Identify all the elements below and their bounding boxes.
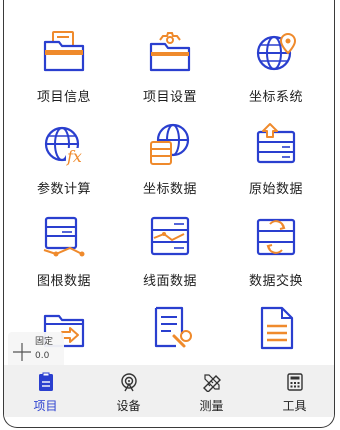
- tab-label: 设备: [116, 399, 141, 413]
- tile-label: 参数计算: [36, 182, 91, 197]
- control-point-data-icon: [43, 216, 85, 257]
- tab-device[interactable]: 设备: [89, 365, 169, 417]
- document-tools-icon: [154, 306, 192, 348]
- data-exchange-icon: [256, 218, 296, 256]
- tile-line-area-data[interactable]: 线面数据: [118, 198, 222, 290]
- tile-raw-data[interactable]: 原始数据: [224, 106, 328, 198]
- folder-document-icon: [43, 31, 85, 72]
- tile-label: 原始数据: [248, 182, 303, 197]
- tile-label: 线面数据: [142, 274, 197, 289]
- globe-function-icon: fx: [44, 126, 86, 166]
- tab-label: 测量: [199, 399, 224, 413]
- ruler-pencil-icon: [202, 374, 221, 392]
- tile-data-exchange[interactable]: 数据交换: [224, 198, 328, 290]
- tile-project-info[interactable]: 项目信息: [12, 14, 116, 106]
- clipboard-icon: [38, 372, 53, 391]
- raw-data-icon: [256, 123, 296, 164]
- tile-label: 图根数据: [36, 274, 91, 289]
- tile-label: 坐标系统: [248, 90, 303, 105]
- crosshair-icon: [13, 343, 31, 361]
- app-frame: 项目信息 项目设置 坐标系统 fx 参数计算 坐标数据 原始数据 图根数据 线面…: [3, 0, 335, 428]
- tile-control-point-data[interactable]: 图根数据: [12, 198, 116, 290]
- tab-survey[interactable]: 测量: [172, 365, 252, 417]
- globe-database-icon: [150, 123, 190, 165]
- folder-gear-icon: [149, 32, 191, 72]
- tile-label: 项目设置: [142, 90, 197, 105]
- fix-status-label: 固定: [35, 337, 54, 347]
- tile-project-settings[interactable]: 项目设置: [118, 14, 222, 106]
- svg-text:fx: fx: [66, 147, 82, 166]
- fix-status-value: 0.0: [35, 351, 50, 361]
- bottom-tab-bar: 项目 设备 测量 工具: [4, 365, 335, 417]
- antenna-icon: [120, 373, 137, 392]
- tile-parameter-calculation[interactable]: fx 参数计算: [12, 106, 116, 198]
- calculator-icon: [286, 373, 303, 391]
- tab-label: 工具: [282, 399, 307, 413]
- tile-coordinate-data[interactable]: 坐标数据: [118, 106, 222, 198]
- tab-tools[interactable]: 工具: [255, 365, 335, 417]
- document-icon: [260, 306, 294, 350]
- tile-label: 坐标数据: [142, 182, 197, 197]
- tab-label: 项目: [33, 399, 58, 413]
- tile-coordinate-system[interactable]: 坐标系统: [224, 14, 328, 106]
- line-area-data-icon: [150, 216, 190, 256]
- tab-project[interactable]: 项目: [6, 365, 86, 417]
- globe-pin-icon: [256, 32, 297, 71]
- tile-label: 项目信息: [36, 90, 91, 105]
- tile-label: 数据交换: [248, 274, 303, 289]
